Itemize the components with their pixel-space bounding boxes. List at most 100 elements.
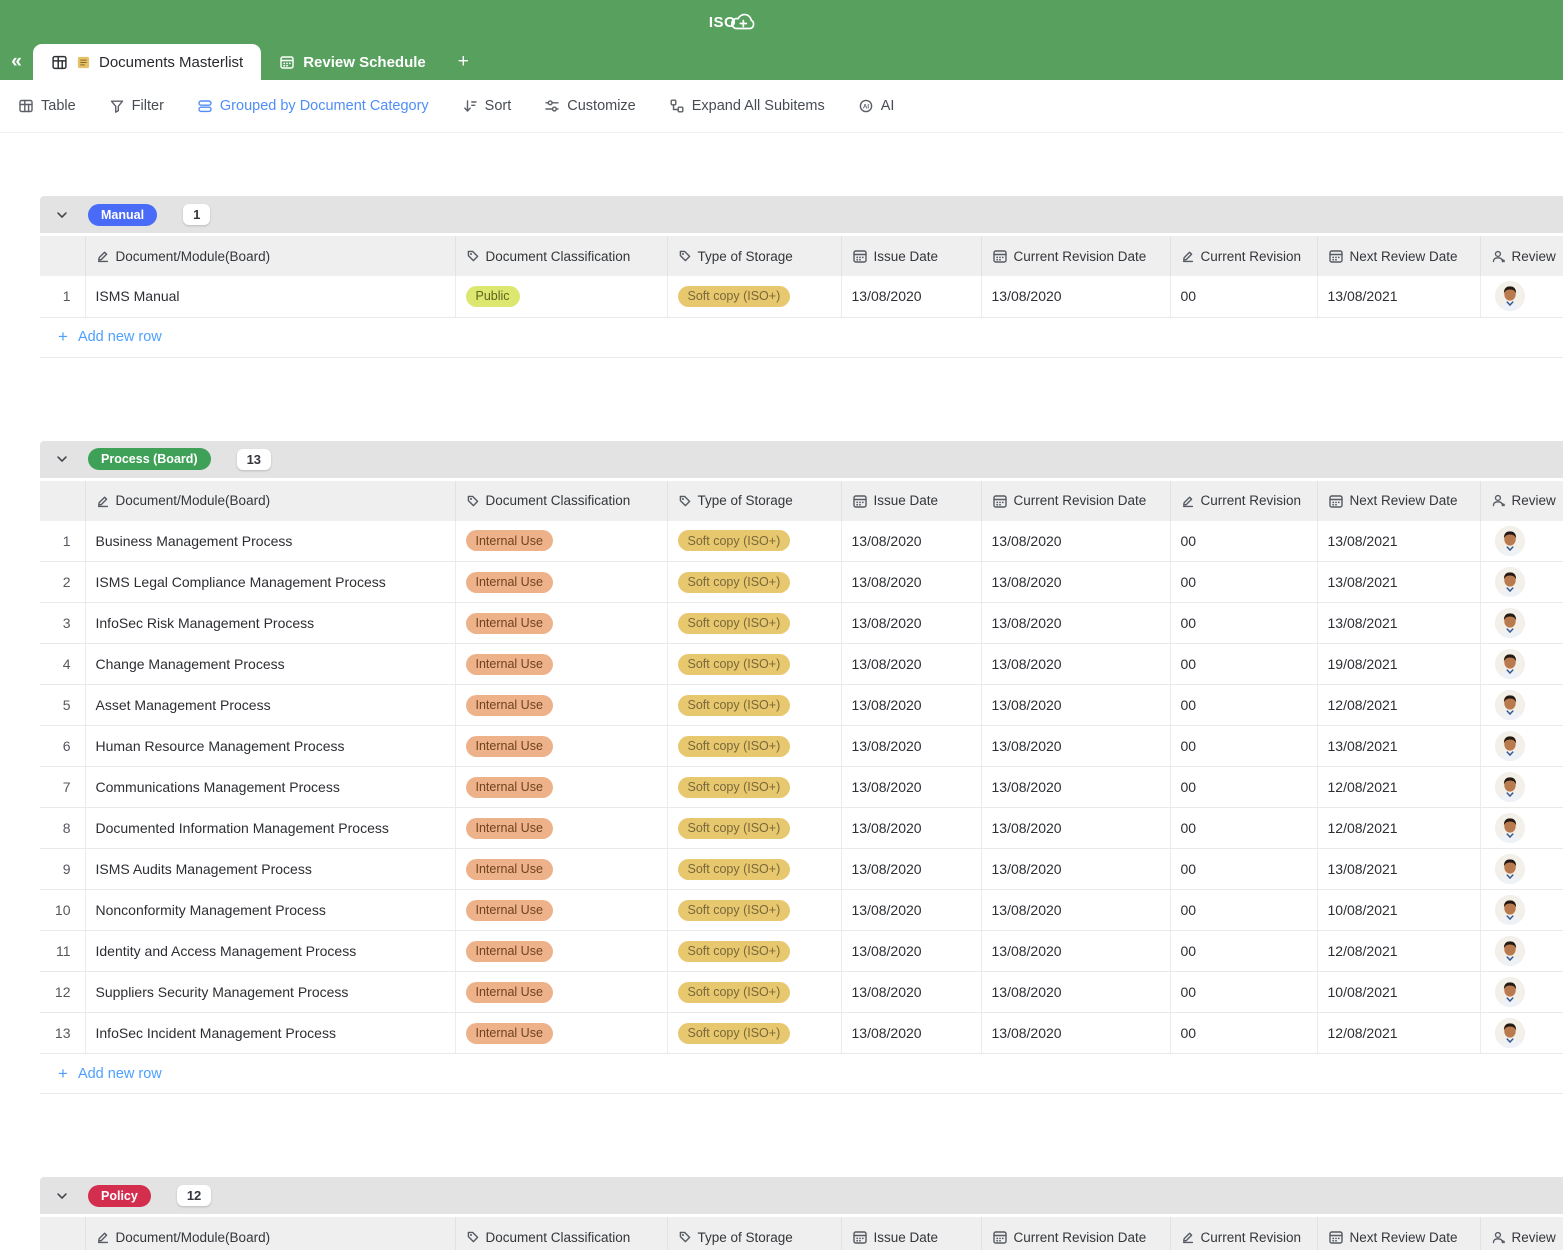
- column-header-document-module-board[interactable]: Document/Module(Board): [85, 236, 455, 276]
- cell-reviewer[interactable]: [1480, 890, 1563, 931]
- column-header-current-revision[interactable]: Current Revision: [1170, 1217, 1317, 1250]
- reviewer-avatar[interactable]: [1495, 895, 1525, 925]
- cell-nrd[interactable]: 19/08/2021: [1317, 644, 1480, 685]
- row-number[interactable]: 4: [40, 644, 85, 685]
- cell-storage[interactable]: Soft copy (ISO+): [667, 603, 841, 644]
- cell-name[interactable]: ISMS Manual: [85, 276, 455, 317]
- cell-classification[interactable]: Internal Use: [455, 890, 667, 931]
- column-header-review[interactable]: Review: [1480, 481, 1563, 521]
- reviewer-avatar[interactable]: [1495, 567, 1525, 597]
- cell-cr[interactable]: 00: [1170, 1013, 1317, 1054]
- tab-review-schedule[interactable]: Review Schedule: [261, 44, 444, 80]
- cell-reviewer[interactable]: [1480, 603, 1563, 644]
- reviewer-avatar[interactable]: [1495, 526, 1525, 556]
- column-header-issue-date[interactable]: Issue Date: [841, 1217, 981, 1250]
- row-number[interactable]: 8: [40, 808, 85, 849]
- cell-issue[interactable]: 13/08/2020: [841, 972, 981, 1013]
- cell-storage[interactable]: Soft copy (ISO+): [667, 685, 841, 726]
- cell-name[interactable]: Identity and Access Management Process: [85, 931, 455, 972]
- cell-classification[interactable]: Internal Use: [455, 767, 667, 808]
- cell-classification[interactable]: Internal Use: [455, 808, 667, 849]
- cell-name[interactable]: ISMS Legal Compliance Management Process: [85, 562, 455, 603]
- cell-issue[interactable]: 13/08/2020: [841, 849, 981, 890]
- cell-crd[interactable]: 13/08/2020: [981, 603, 1170, 644]
- tab-documents-masterlist[interactable]: Documents Masterlist: [33, 44, 261, 80]
- cell-crd[interactable]: 13/08/2020: [981, 726, 1170, 767]
- row-number[interactable]: 13: [40, 1013, 85, 1054]
- column-header-current-revision-date[interactable]: Current Revision Date: [981, 481, 1170, 521]
- cell-reviewer[interactable]: [1480, 685, 1563, 726]
- cell-reviewer[interactable]: [1480, 562, 1563, 603]
- cell-cr[interactable]: 00: [1170, 849, 1317, 890]
- cell-issue[interactable]: 13/08/2020: [841, 276, 981, 317]
- cell-cr[interactable]: 00: [1170, 808, 1317, 849]
- cell-reviewer[interactable]: [1480, 276, 1563, 317]
- cell-reviewer[interactable]: [1480, 849, 1563, 890]
- cell-crd[interactable]: 13/08/2020: [981, 808, 1170, 849]
- cell-name[interactable]: Nonconformity Management Process: [85, 890, 455, 931]
- cell-nrd[interactable]: 13/08/2021: [1317, 849, 1480, 890]
- cell-nrd[interactable]: 12/08/2021: [1317, 931, 1480, 972]
- row-number[interactable]: 10: [40, 890, 85, 931]
- cell-storage[interactable]: Soft copy (ISO+): [667, 972, 841, 1013]
- cell-crd[interactable]: 13/08/2020: [981, 644, 1170, 685]
- reviewer-avatar[interactable]: [1495, 854, 1525, 884]
- reviewer-avatar[interactable]: [1495, 977, 1525, 1007]
- cell-reviewer[interactable]: [1480, 644, 1563, 685]
- cell-crd[interactable]: 13/08/2020: [981, 276, 1170, 317]
- cell-classification[interactable]: Internal Use: [455, 1013, 667, 1054]
- toolbar-item-expand-all-subitems[interactable]: Expand All Subitems: [669, 98, 825, 114]
- cell-reviewer[interactable]: [1480, 931, 1563, 972]
- cell-classification[interactable]: Internal Use: [455, 603, 667, 644]
- cell-issue[interactable]: 13/08/2020: [841, 1013, 981, 1054]
- cell-classification[interactable]: Public: [455, 276, 667, 317]
- cell-name[interactable]: Change Management Process: [85, 644, 455, 685]
- column-header-review[interactable]: Review: [1480, 236, 1563, 276]
- cell-nrd[interactable]: 13/08/2021: [1317, 603, 1480, 644]
- row-number[interactable]: 1: [40, 276, 85, 317]
- cell-storage[interactable]: Soft copy (ISO+): [667, 767, 841, 808]
- cell-nrd[interactable]: 10/08/2021: [1317, 890, 1480, 931]
- cell-issue[interactable]: 13/08/2020: [841, 808, 981, 849]
- cell-storage[interactable]: Soft copy (ISO+): [667, 562, 841, 603]
- cell-issue[interactable]: 13/08/2020: [841, 603, 981, 644]
- cell-nrd[interactable]: 12/08/2021: [1317, 685, 1480, 726]
- column-header-review[interactable]: Review: [1480, 1217, 1563, 1250]
- cell-classification[interactable]: Internal Use: [455, 562, 667, 603]
- cell-name[interactable]: Asset Management Process: [85, 685, 455, 726]
- column-header-document-module-board[interactable]: Document/Module(Board): [85, 1217, 455, 1250]
- cell-cr[interactable]: 00: [1170, 276, 1317, 317]
- column-header-next-review-date[interactable]: Next Review Date: [1317, 481, 1480, 521]
- cell-name[interactable]: InfoSec Incident Management Process: [85, 1013, 455, 1054]
- toolbar-item-table[interactable]: Table: [18, 98, 76, 114]
- column-header-current-revision[interactable]: Current Revision: [1170, 236, 1317, 276]
- cell-crd[interactable]: 13/08/2020: [981, 1013, 1170, 1054]
- cell-crd[interactable]: 13/08/2020: [981, 767, 1170, 808]
- column-header-type-of-storage[interactable]: Type of Storage: [667, 236, 841, 276]
- row-number[interactable]: 6: [40, 726, 85, 767]
- cell-name[interactable]: Human Resource Management Process: [85, 726, 455, 767]
- cell-classification[interactable]: Internal Use: [455, 726, 667, 767]
- cell-nrd[interactable]: 13/08/2021: [1317, 521, 1480, 562]
- cell-cr[interactable]: 00: [1170, 767, 1317, 808]
- row-number[interactable]: 1: [40, 521, 85, 562]
- cell-name[interactable]: Suppliers Security Management Process: [85, 972, 455, 1013]
- column-header-type-of-storage[interactable]: Type of Storage: [667, 1217, 841, 1250]
- cell-storage[interactable]: Soft copy (ISO+): [667, 890, 841, 931]
- cell-storage[interactable]: Soft copy (ISO+): [667, 521, 841, 562]
- add-new-row-button[interactable]: +Add new row: [40, 318, 1563, 358]
- column-header-current-revision-date[interactable]: Current Revision Date: [981, 236, 1170, 276]
- cell-classification[interactable]: Internal Use: [455, 644, 667, 685]
- cell-storage[interactable]: Soft copy (ISO+): [667, 1013, 841, 1054]
- cell-nrd[interactable]: 12/08/2021: [1317, 808, 1480, 849]
- row-number[interactable]: 12: [40, 972, 85, 1013]
- cell-crd[interactable]: 13/08/2020: [981, 931, 1170, 972]
- cell-nrd[interactable]: 13/08/2021: [1317, 276, 1480, 317]
- cell-storage[interactable]: Soft copy (ISO+): [667, 276, 841, 317]
- cell-nrd[interactable]: 10/08/2021: [1317, 972, 1480, 1013]
- cell-classification[interactable]: Internal Use: [455, 972, 667, 1013]
- reviewer-avatar[interactable]: [1495, 1018, 1525, 1048]
- cell-issue[interactable]: 13/08/2020: [841, 644, 981, 685]
- column-header-issue-date[interactable]: Issue Date: [841, 481, 981, 521]
- cell-reviewer[interactable]: [1480, 1013, 1563, 1054]
